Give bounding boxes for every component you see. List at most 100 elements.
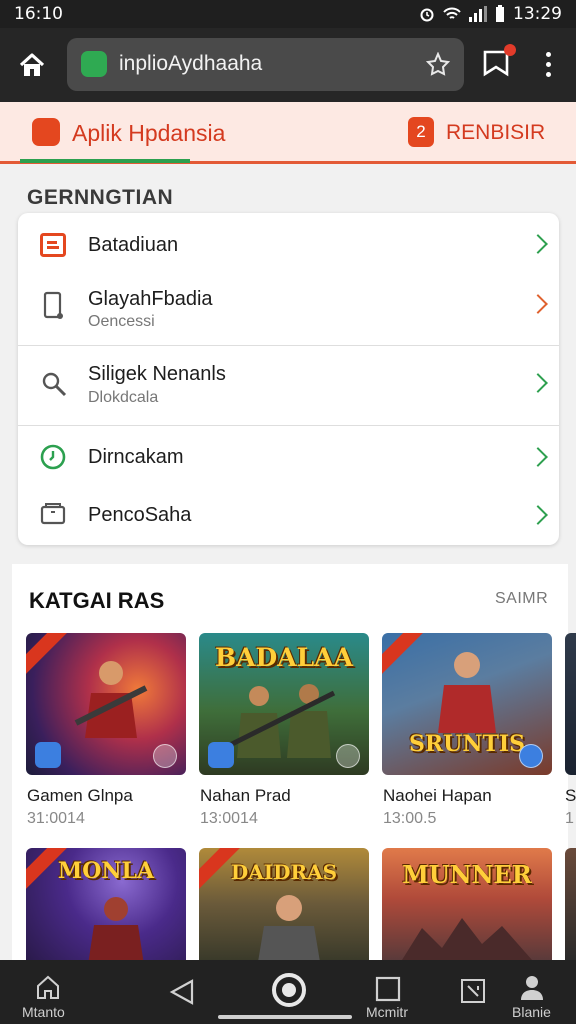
active-tab-indicator bbox=[20, 159, 190, 163]
home-button[interactable] bbox=[14, 47, 50, 83]
back-triangle-icon bbox=[169, 979, 194, 1005]
app-header: Aplik Hpdansia 2 RENBISIR bbox=[0, 102, 576, 164]
chevron-right-icon bbox=[528, 294, 548, 314]
game-logo: BADALAA bbox=[215, 643, 353, 672]
recents-square-icon bbox=[375, 976, 401, 1002]
share-icon bbox=[461, 979, 485, 1003]
menu-dot-icon bbox=[545, 71, 551, 77]
save-icon[interactable] bbox=[208, 742, 234, 768]
app-title[interactable]: Aplik Hpdansia bbox=[72, 120, 225, 147]
status-time-right: 13:29 bbox=[513, 4, 562, 24]
info-icon[interactable] bbox=[519, 744, 543, 768]
game-artwork bbox=[565, 848, 576, 960]
address-bar[interactable]: inplioAydhaaha bbox=[67, 38, 464, 91]
nav-home-label: Mtanto bbox=[22, 1004, 65, 1020]
phone-icon bbox=[43, 291, 63, 319]
character-figure-icon bbox=[258, 895, 320, 960]
search-icon bbox=[42, 372, 67, 397]
bookmarks-button[interactable] bbox=[482, 44, 516, 80]
character-figure-icon bbox=[438, 652, 496, 733]
settings-item-title: PencoSaha bbox=[88, 504, 192, 526]
site-security-icon bbox=[81, 51, 107, 77]
settings-item-1[interactable]: GlayahFbadia Oencessi bbox=[18, 275, 559, 345]
game-tile[interactable]: MONLA bbox=[26, 848, 186, 960]
gesture-bar[interactable] bbox=[218, 1015, 352, 1019]
character-figure-icon bbox=[88, 897, 144, 960]
game-meta: 13:00.5 bbox=[383, 810, 437, 827]
game-tile[interactable] bbox=[26, 633, 186, 775]
settings-item-4[interactable]: PencoSaha bbox=[18, 486, 559, 545]
nav-back[interactable] bbox=[165, 960, 199, 1024]
game-tile[interactable]: BADALAA bbox=[199, 633, 369, 775]
game-name[interactable]: Naohei Hapan bbox=[383, 786, 492, 806]
game-logo: DAIDRAS bbox=[230, 860, 338, 884]
nav-home[interactable]: Mtanto bbox=[20, 960, 76, 1024]
game-name[interactable]: Nahan Prad bbox=[200, 786, 291, 806]
chevron-right-icon bbox=[528, 505, 548, 525]
nav-profile-label: Blanie bbox=[512, 1004, 551, 1020]
save-icon[interactable] bbox=[35, 742, 61, 768]
status-time-left: 16:10 bbox=[14, 4, 63, 24]
status-bar: 16:10 13:29 bbox=[0, 0, 576, 28]
wifi-icon bbox=[443, 7, 461, 19]
game-name[interactable]: S bbox=[565, 786, 576, 806]
settings-item-0[interactable]: Batadiuan bbox=[18, 213, 559, 275]
home-circle-icon bbox=[272, 973, 306, 1007]
settings-item-2[interactable]: Siligek Nenanls Dlokdcala bbox=[18, 346, 559, 425]
browser-toolbar: inplioAydhaaha bbox=[0, 28, 576, 102]
alarm-icon bbox=[420, 8, 434, 22]
nav-profile[interactable]: Blanie bbox=[510, 960, 554, 1024]
signal-icon bbox=[469, 6, 487, 22]
game-meta: 31:0014 bbox=[27, 810, 85, 827]
clock-icon bbox=[40, 444, 66, 470]
battery-icon bbox=[496, 5, 504, 22]
more-icon[interactable] bbox=[336, 744, 360, 768]
settings-item-title: Batadiuan bbox=[88, 234, 179, 256]
game-meta: 13:0014 bbox=[200, 810, 258, 827]
url-text: inplioAydhaaha bbox=[119, 52, 263, 75]
character-figure-icon bbox=[222, 684, 336, 758]
character-figure-icon bbox=[74, 661, 148, 738]
settings-card: Batadiuan GlayahFbadia Oencessi Siligek … bbox=[18, 213, 559, 545]
game-tile[interactable] bbox=[565, 633, 576, 775]
game-logo: MUNNER bbox=[402, 860, 532, 889]
game-name[interactable]: Gamen Glnpa bbox=[27, 786, 133, 806]
settings-item-subtitle: Oencessi bbox=[88, 313, 155, 330]
game-tile[interactable] bbox=[565, 848, 576, 960]
game-artwork bbox=[565, 633, 576, 775]
overflow-menu-button[interactable] bbox=[536, 46, 560, 82]
extension-icon[interactable] bbox=[426, 52, 450, 76]
settings-section-title: GERNNGTIAN bbox=[27, 186, 174, 209]
game-meta: 1 bbox=[565, 810, 574, 827]
menu-dot-icon bbox=[545, 51, 551, 57]
menu-dot-icon bbox=[545, 61, 551, 67]
chevron-right-icon bbox=[528, 234, 548, 254]
settings-item-title: Siligek Nenanls bbox=[88, 363, 226, 385]
profile-icon bbox=[521, 976, 543, 1000]
settings-item-title: Dirncakam bbox=[88, 446, 184, 468]
game-tile[interactable]: DAIDRAS bbox=[199, 848, 369, 960]
notification-badge bbox=[504, 44, 516, 56]
more-icon[interactable] bbox=[153, 744, 177, 768]
register-button[interactable]: RENBISIR bbox=[446, 121, 545, 145]
see-all-link[interactable]: SAIMR bbox=[495, 590, 548, 608]
battle-scene-icon bbox=[402, 918, 532, 960]
settings-item-subtitle: Dlokdcala bbox=[88, 389, 159, 406]
image-icon bbox=[40, 233, 66, 257]
settings-item-title: GlayahFbadia bbox=[88, 288, 213, 310]
nav-tasks[interactable]: Mcmitr bbox=[366, 960, 410, 1024]
game-tile[interactable]: SRUNTIS bbox=[382, 633, 552, 775]
game-tile[interactable]: MUNNER bbox=[382, 848, 552, 960]
home-icon bbox=[37, 975, 59, 999]
chevron-right-icon bbox=[528, 447, 548, 467]
status-icons: 13:29 bbox=[419, 4, 562, 24]
settings-item-3[interactable]: Dirncakam bbox=[18, 426, 559, 486]
app-logo-icon bbox=[32, 118, 60, 146]
categories-title: KATGAI RAS bbox=[29, 588, 165, 613]
register-badge[interactable]: 2 bbox=[408, 117, 434, 147]
box-icon bbox=[40, 503, 66, 525]
home-icon bbox=[19, 53, 45, 76]
nav-tasks-label: Mcmitr bbox=[366, 1004, 408, 1020]
chevron-right-icon bbox=[528, 373, 548, 393]
nav-share[interactable] bbox=[458, 960, 488, 1024]
